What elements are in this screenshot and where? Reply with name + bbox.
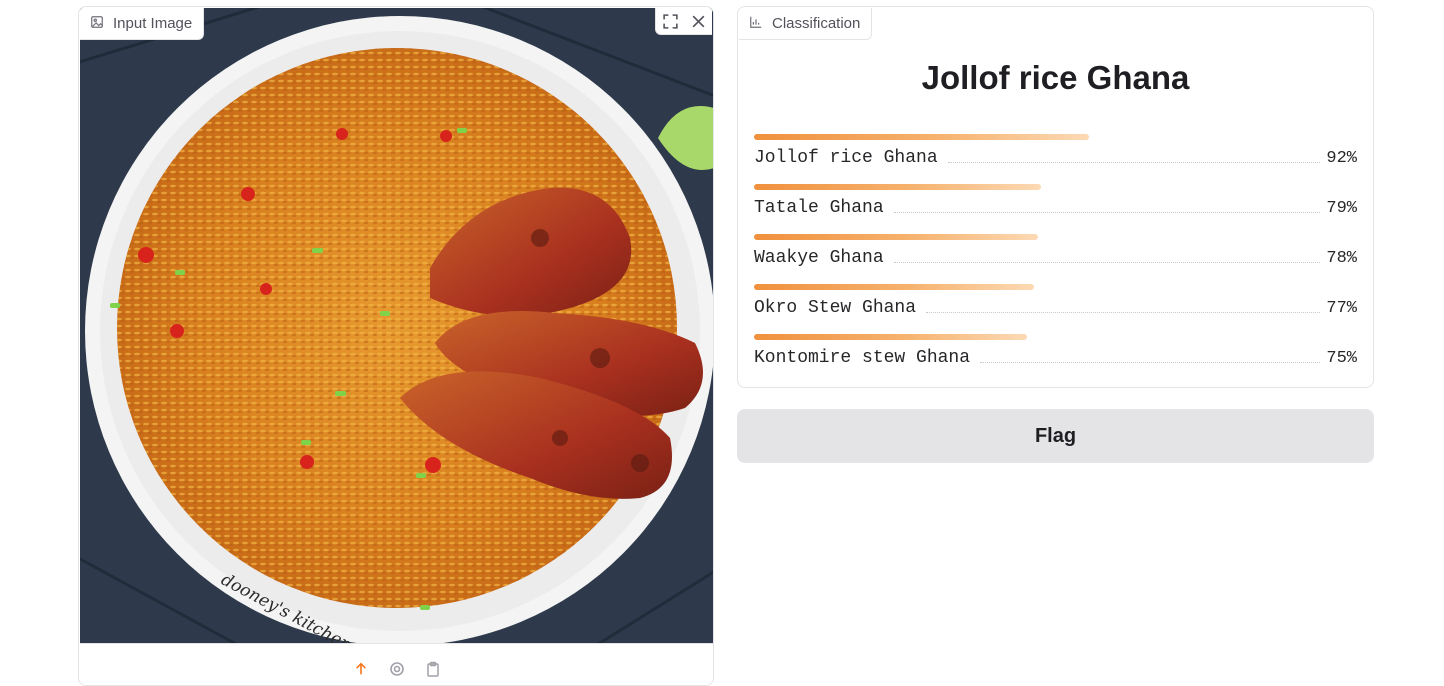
confidence-label: Jollof rice Ghana xyxy=(754,148,938,168)
confidence-bar xyxy=(754,284,1034,290)
confidence-text: Okro Stew Ghana 77% xyxy=(754,298,1357,318)
confidence-leader-dots xyxy=(980,362,1321,363)
input-image-label: Input Image xyxy=(80,8,205,40)
confidence-row[interactable]: Kontomire stew Ghana 75% xyxy=(754,334,1357,384)
clipboard-icon[interactable] xyxy=(424,660,442,678)
confidence-leader-dots xyxy=(926,312,1321,313)
predicted-label: Jollof rice Ghana xyxy=(921,59,1190,96)
bar-chart-icon xyxy=(749,15,763,33)
confidence-leader-dots xyxy=(947,162,1321,163)
input-image-panel: dooney's kitchen Input Image xyxy=(78,6,714,686)
confidence-bar xyxy=(754,184,1042,190)
close-icon[interactable] xyxy=(684,8,712,34)
confidence-row[interactable]: Tatale Ghana 79% xyxy=(754,184,1357,234)
confidence-row[interactable]: Jollof rice Ghana 92% xyxy=(754,134,1357,184)
confidence-text: Waakye Ghana 78% xyxy=(754,248,1357,268)
confidence-leader-dots xyxy=(893,212,1321,213)
confidence-percent: 79% xyxy=(1326,199,1357,218)
confidence-label: Waakye Ghana xyxy=(754,248,884,268)
confidence-bar xyxy=(754,334,1027,340)
confidence-row[interactable]: Okro Stew Ghana 77% xyxy=(754,284,1357,334)
confidence-text: Kontomire stew Ghana 75% xyxy=(754,348,1357,368)
flag-button[interactable]: Flag xyxy=(737,409,1374,463)
classification-panel: Classification Jollof rice Ghana Jollof … xyxy=(737,6,1374,388)
confidence-percent: 78% xyxy=(1326,249,1357,268)
input-image[interactable]: dooney's kitchen xyxy=(80,8,713,643)
confidence-leader-dots xyxy=(893,262,1321,263)
classification-label-text: Classification xyxy=(772,15,861,32)
upload-icon[interactable] xyxy=(352,660,370,678)
confidence-text: Tatale Ghana 79% xyxy=(754,198,1357,218)
confidence-percent: 77% xyxy=(1326,299,1357,318)
confidence-row[interactable]: Waakye Ghana 78% xyxy=(754,234,1357,284)
confidence-label: Tatale Ghana xyxy=(754,198,884,218)
image-icon xyxy=(90,15,104,33)
webcam-icon[interactable] xyxy=(388,660,406,678)
confidence-percent: 75% xyxy=(1326,349,1357,368)
classification-label: Classification xyxy=(739,8,873,40)
confidence-list: Jollof rice Ghana 92% Tatale Ghana 79% Waaky… xyxy=(754,134,1357,384)
confidence-bar xyxy=(754,234,1038,240)
fullscreen-icon[interactable] xyxy=(656,8,684,34)
image-source-bar xyxy=(80,643,713,685)
confidence-bar xyxy=(754,134,1089,140)
confidence-label: Okro Stew Ghana xyxy=(754,298,917,318)
input-image-label-text: Input Image xyxy=(113,15,193,32)
confidence-text: Jollof rice Ghana 92% xyxy=(754,148,1357,168)
confidence-label: Kontomire stew Ghana xyxy=(754,348,971,368)
image-toolbar xyxy=(655,8,712,35)
confidence-percent: 92% xyxy=(1326,149,1357,168)
